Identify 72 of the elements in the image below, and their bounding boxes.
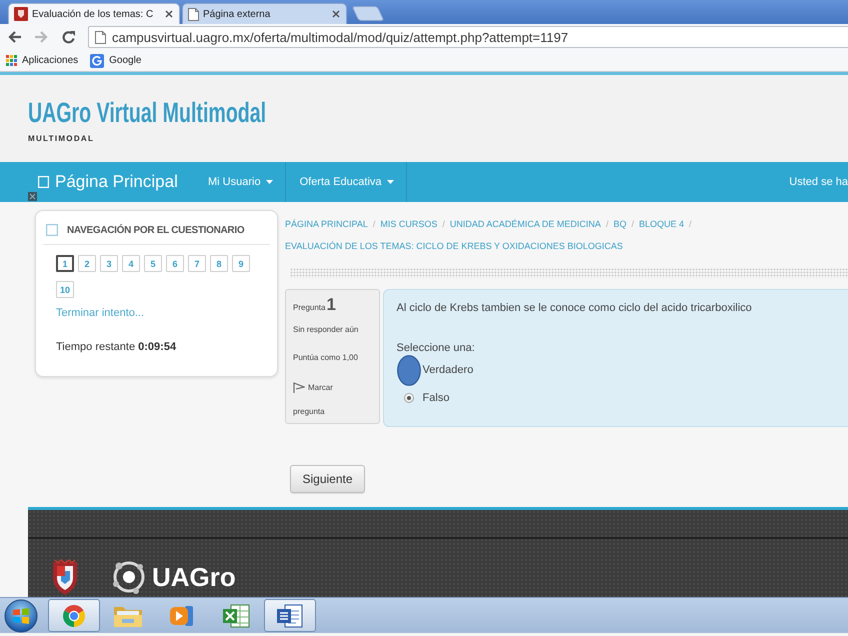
answer-prompt: Seleccione una: — [396, 341, 476, 356]
bookmark-link[interactable]: Google — [90, 54, 142, 68]
address-bar[interactable]: campusvirtual.uagro.mx/oferta/multimodal/mod/quiz/attempt.php?attempt=1197 — [88, 26, 848, 48]
close-icon[interactable] — [332, 10, 340, 18]
question-number-button[interactable]: 5 — [144, 255, 162, 272]
close-icon[interactable] — [165, 10, 173, 18]
question-number: 1 — [326, 296, 336, 314]
flag-question-link[interactable]: Marcar pregunta — [293, 376, 345, 424]
browser-tab[interactable]: Evaluación de los temas: C — [8, 3, 180, 24]
option-label: Falso — [422, 392, 450, 404]
question-number-button[interactable]: 4 — [122, 255, 140, 272]
bookmark-link[interactable]: Aplicaciones — [6, 55, 78, 66]
question-text: Al ciclo de Krebs tambien se le conoce como ciclo del acido tricarboxilico — [396, 301, 753, 316]
question-number-button[interactable]: 1 — [56, 255, 74, 272]
time-remaining: Tiempo restante 0:09:54 — [56, 340, 178, 355]
media-player-icon — [168, 604, 196, 628]
caret-icon — [386, 180, 394, 184]
broken-image-icon — [28, 192, 37, 201]
menu-dropdown[interactable]: Oferta Educativa — [286, 162, 407, 202]
caret-icon — [266, 180, 273, 184]
spreadsheet-icon — [222, 602, 250, 628]
google-icon — [90, 54, 104, 68]
question-number-button[interactable]: 10 — [56, 281, 74, 298]
browser-tab[interactable]: Página externa — [182, 3, 347, 24]
breadcrumb-link[interactable]: PÁGINA PRINCIPAL — [285, 216, 368, 232]
home-link[interactable]: Página Principal — [38, 162, 194, 202]
menu-dropdown[interactable]: Mi Usuario — [194, 162, 286, 202]
question-number-button[interactable]: 8 — [210, 255, 228, 272]
back-arrow-icon[interactable] — [7, 30, 22, 44]
question-number-button[interactable]: 2 — [78, 255, 96, 272]
question-status: Sin responder aún — [293, 324, 360, 336]
question-number-button[interactable]: 3 — [100, 255, 118, 272]
tab-title: Evaluación de los temas: C — [32, 8, 154, 20]
breadcrumb-link[interactable]: BLOQUE 4 — [638, 216, 684, 232]
square-icon — [46, 224, 58, 236]
logo-text: UAGro — [152, 562, 236, 592]
page-icon — [95, 30, 106, 44]
breadcrumb-link[interactable]: EVALUACIÓN DE LOS TEMAS: CICLO DE KREBS Y OXIDACIONES BIOLOGICAS — [285, 238, 623, 254]
breadcrumb-link[interactable]: BQ — [613, 216, 626, 232]
new-tab-button[interactable] — [352, 6, 384, 21]
shield-crest-icon — [50, 559, 80, 596]
option-label: Verdadero — [422, 364, 474, 376]
start-orb-icon[interactable] — [3, 598, 39, 632]
apps-grid-icon — [6, 55, 17, 66]
card-title: NAVEGACIÓN POR EL CUESTIONARIO — [67, 224, 244, 236]
breadcrumb-separator: / — [689, 218, 692, 231]
question-number-button[interactable]: 9 — [232, 255, 250, 272]
taskbar-button[interactable] — [264, 599, 316, 632]
breadcrumb-separator: / — [631, 218, 634, 231]
question-label: Pregunta — [293, 302, 326, 314]
radio-button[interactable] — [404, 393, 414, 403]
browser-icon — [62, 604, 86, 628]
next-button[interactable]: Siguiente — [290, 465, 365, 493]
breadcrumb-separator: / — [442, 218, 445, 231]
question-number-button[interactable]: 6 — [166, 255, 184, 272]
breadcrumb-separator: / — [606, 218, 608, 231]
site-subtitle: MULTIMODAL — [28, 134, 94, 143]
reload-icon[interactable] — [61, 30, 76, 44]
finish-attempt-link[interactable]: Terminar intento... — [56, 305, 270, 321]
emblem-favicon-icon — [14, 7, 28, 21]
document-icon — [276, 602, 304, 628]
taskbar-button[interactable] — [48, 599, 100, 632]
page-icon — [188, 8, 199, 20]
breadcrumb-separator: / — [372, 218, 376, 231]
breadcrumb-link[interactable]: MIS CURSOS — [380, 216, 438, 232]
login-info: Usted se ha — [789, 176, 848, 188]
question-number-button[interactable]: 7 — [188, 255, 206, 272]
square-icon — [38, 176, 49, 188]
question-grade: Puntúa como 1,00 — [293, 352, 359, 364]
site-title: UAGro Virtual Multimodal — [28, 97, 266, 128]
tab-title: Página externa — [203, 8, 270, 20]
breadcrumb-link[interactable]: UNIDAD ACADÉMICA DE MEDICINA — [450, 216, 601, 232]
